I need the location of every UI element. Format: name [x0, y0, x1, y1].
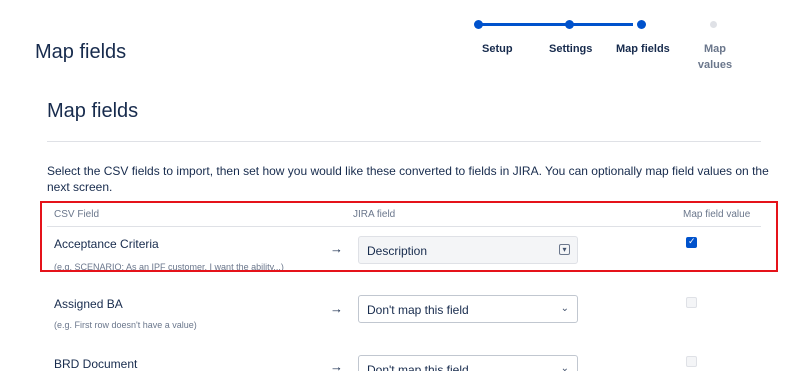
jira-field-select-value: Don't map this field: [367, 303, 469, 317]
step-dot-map-fields: [637, 20, 646, 29]
section-title: Map fields: [47, 100, 139, 122]
intro-text: Select the CSV fields to import, then se…: [47, 164, 769, 194]
csv-field-example: (e.g. First row doesn't have a value): [54, 320, 197, 330]
chevron-down-icon: ⌄: [560, 363, 569, 371]
map-field-value-checkbox[interactable]: [686, 297, 697, 308]
jira-field-select[interactable]: Don't map this field ⌄: [358, 295, 578, 323]
csv-field-name: Assigned BA: [54, 297, 123, 311]
step-dot-setup: [474, 20, 483, 29]
progress-stepper: Setup Settings Map fields Map values: [474, 16, 754, 76]
chevron-down-icon: ⌄: [560, 303, 569, 314]
step-label-map-values: Map values: [697, 43, 733, 71]
highlight-annotation-box: [40, 201, 778, 272]
right-arrow-icon: →: [330, 359, 343, 371]
step-label-map-fields: Map fields: [616, 43, 670, 55]
stepper-line-complete: [478, 23, 633, 26]
jira-field-select-value: Don't map this field: [367, 363, 469, 371]
step-dot-settings: [565, 20, 574, 29]
step-label-setup: Setup: [482, 43, 513, 55]
csv-field-name: BRD Document: [54, 357, 138, 371]
map-field-value-checkbox[interactable]: [686, 356, 697, 367]
section-divider: [47, 141, 761, 142]
step-label-settings: Settings: [549, 43, 593, 55]
jira-field-select[interactable]: Don't map this field ⌄: [358, 355, 578, 371]
right-arrow-icon: →: [330, 301, 343, 316]
step-dot-map-values: [710, 21, 717, 28]
page-title: Map fields: [35, 41, 127, 63]
